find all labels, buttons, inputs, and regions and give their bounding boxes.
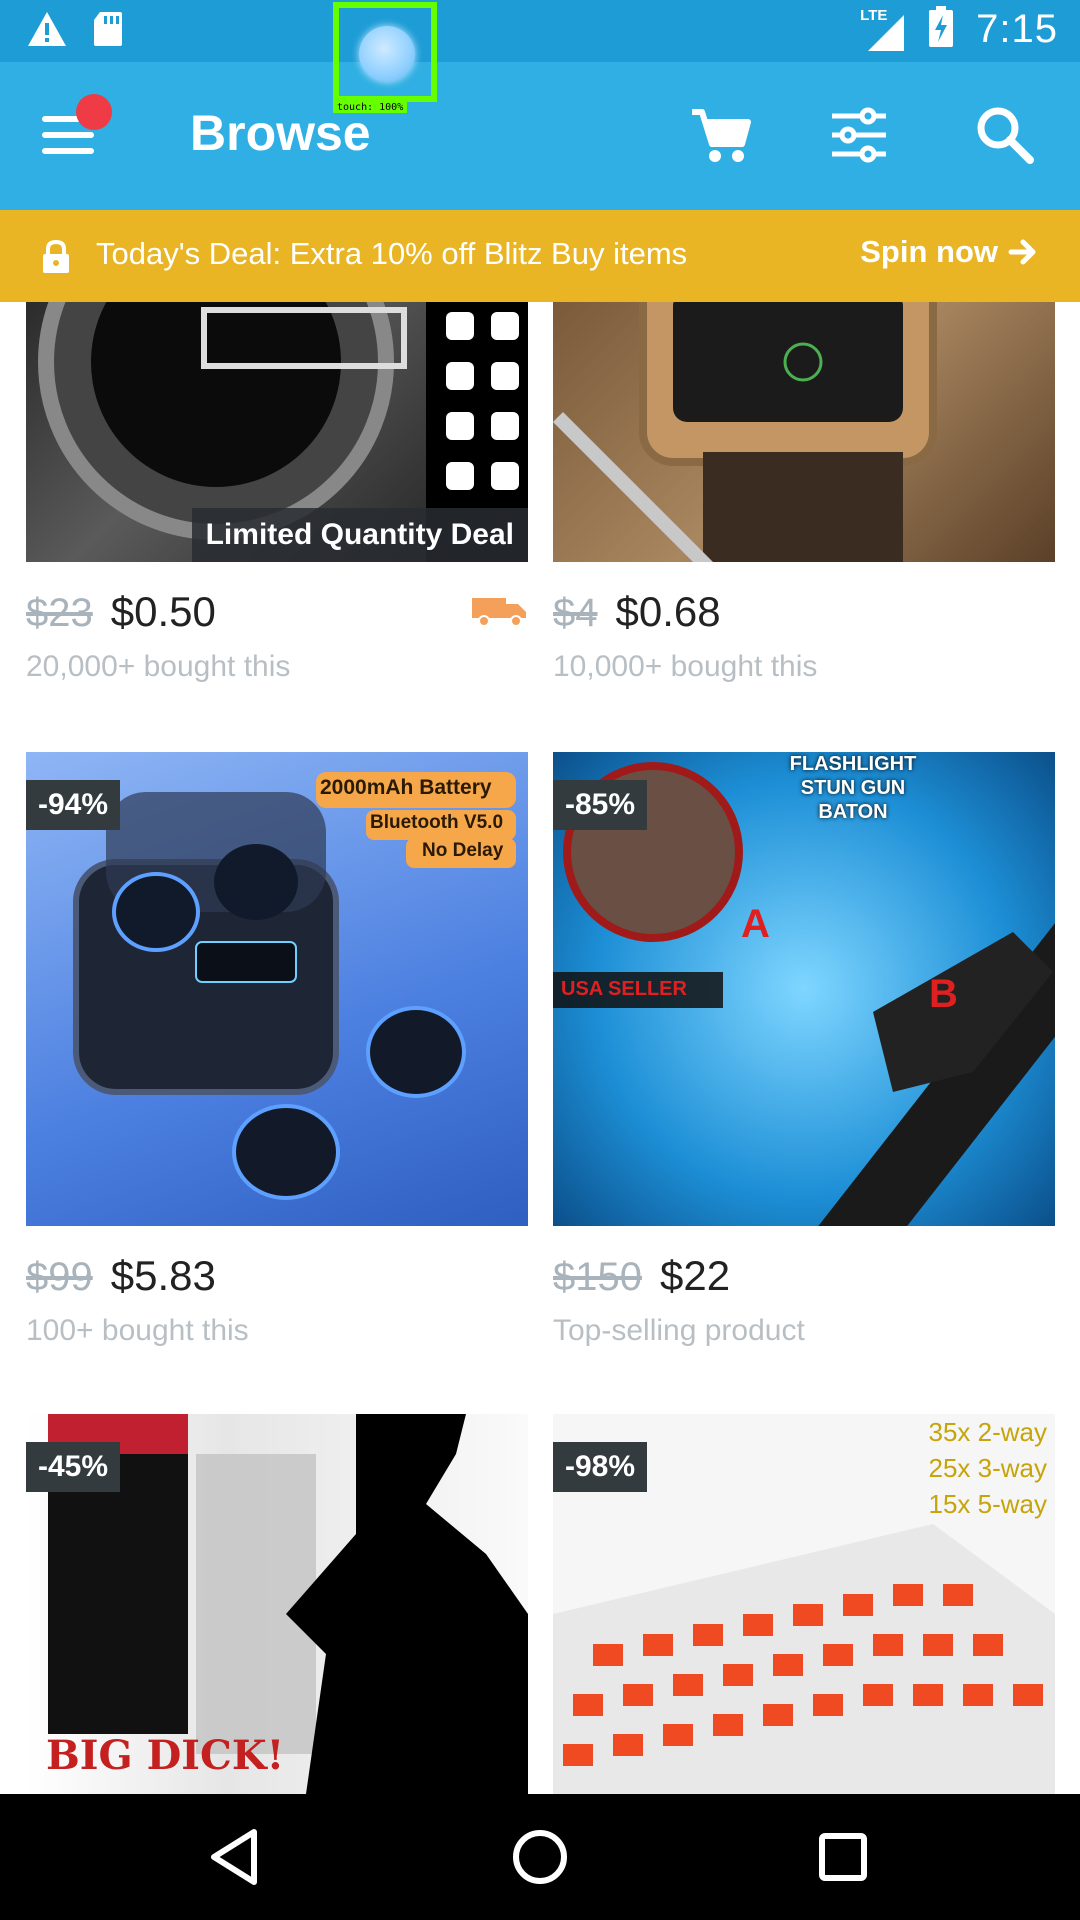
app-bar: Browse [0,62,1080,210]
product-image: 2000mAh Battery Bluetooth V5.0 No Delay … [26,752,528,1226]
product-card[interactable]: FLASHLIGHT STUN GUN BATON USA SELLER A B… [553,752,1055,1352]
image-caption: 35x 2-way 25x 3-way 15x 5-way [929,1414,1048,1522]
image-caption: Bluetooth V5.0 [370,812,504,833]
home-button[interactable] [507,1824,573,1890]
back-triangle-icon [211,1829,257,1885]
cart-button[interactable] [688,102,754,168]
lock-icon [42,239,70,279]
touch-label: touch: 100% [333,102,408,113]
deal-banner[interactable]: Today's Deal: Extra 10% off Blitz Buy it… [0,210,1080,302]
status-bar: LTE 7:15 [0,0,1080,62]
image-caption-line: 35x 2-way [928,1417,1048,1447]
product-card[interactable]: 2000mAh Battery Bluetooth V5.0 No Delay … [26,752,528,1352]
product-card[interactable]: 35x 2-way 25x 3-way 15x 5-way -98% [553,1414,1055,1794]
clock: 7:15 [976,7,1058,51]
product-image: FLASHLIGHT STUN GUN BATON USA SELLER A B… [553,752,1055,1226]
sale-price: $0.50 [110,588,216,635]
menu-button[interactable] [42,94,112,160]
sliders-icon [832,107,886,163]
recents-button[interactable] [810,1824,876,1890]
product-image: 35x 2-way 25x 3-way 15x 5-way -98% [553,1414,1055,1794]
discount-badge: -85% [553,780,648,830]
image-caption-line: STUN GUN [800,777,906,799]
image-caption-line: 15x 5-way [928,1489,1048,1519]
sd-card-icon [92,10,124,53]
cart-icon [692,109,751,162]
price-row: $23 $0.50 [26,588,216,636]
search-button[interactable] [972,102,1038,168]
image-caption: B [929,972,958,1016]
image-caption-line: BATON [818,801,888,823]
battery-charging-icon [928,6,954,53]
image-caption: No Delay [422,840,504,861]
price-row: $4 $0.68 [553,588,721,636]
home-circle-icon [513,1830,567,1884]
touch-dot [359,26,415,82]
back-button[interactable] [204,1824,270,1890]
discount-badge: -94% [26,780,121,830]
image-caption-line: 25x 3-way [928,1453,1048,1483]
purchase-count: Top-selling product [553,1314,805,1347]
deal-text: Today's Deal: Extra 10% off Blitz Buy it… [96,236,688,271]
purchase-count: 100+ bought this [26,1314,249,1347]
product-image [553,302,1055,562]
image-caption: FLASHLIGHT STUN GUN BATON [753,752,953,824]
image-caption: BIG DICK! [46,1732,285,1779]
search-icon [977,107,1034,164]
notification-dot [76,94,112,130]
warning-icon [26,10,68,53]
purchase-count: 10,000+ bought this [553,650,818,683]
spin-now-label: Spin now [860,234,998,269]
lte-signal-icon: LTE [860,7,906,53]
system-nav-bar [0,1794,1080,1920]
recents-square-icon [819,1833,867,1881]
original-price: $23 [26,591,93,635]
image-caption: 2000mAh Battery [320,776,492,799]
image-caption-line: FLASHLIGHT [789,753,917,775]
shipping-truck-icon [472,592,528,633]
discount-badge: -45% [26,1442,121,1492]
spin-now-button[interactable]: Spin now [860,234,1038,270]
original-price: $4 [553,591,598,635]
price-row: $150 $22 [553,1252,730,1300]
sale-price: $5.83 [110,1252,216,1299]
product-card[interactable]: $4 $0.68 10,000+ bought this [553,302,1055,683]
arrow-right-icon [1008,239,1036,265]
touch-indicator [333,2,437,102]
product-card[interactable]: Limited Quantity Deal $23 $0.50 20,000+ … [26,302,528,683]
original-price: $150 [553,1255,642,1299]
product-grid: Limited Quantity Deal $23 $0.50 20,000+ … [0,302,1080,1794]
sale-price: $22 [659,1252,731,1299]
sale-price: $0.68 [615,588,721,635]
product-card[interactable]: BIG DICK! -45% [26,1414,528,1794]
product-image: BIG DICK! -45% [26,1414,528,1794]
image-caption: USA SELLER [561,978,687,1000]
product-ribbon: Limited Quantity Deal [191,508,528,562]
purchase-count: 20,000+ bought this [26,650,291,683]
discount-badge: -98% [553,1442,648,1492]
price-row: $99 $5.83 [26,1252,216,1300]
filter-button[interactable] [826,102,892,168]
original-price: $99 [26,1255,93,1299]
image-caption: A [741,902,770,946]
product-image: Limited Quantity Deal [26,302,528,562]
